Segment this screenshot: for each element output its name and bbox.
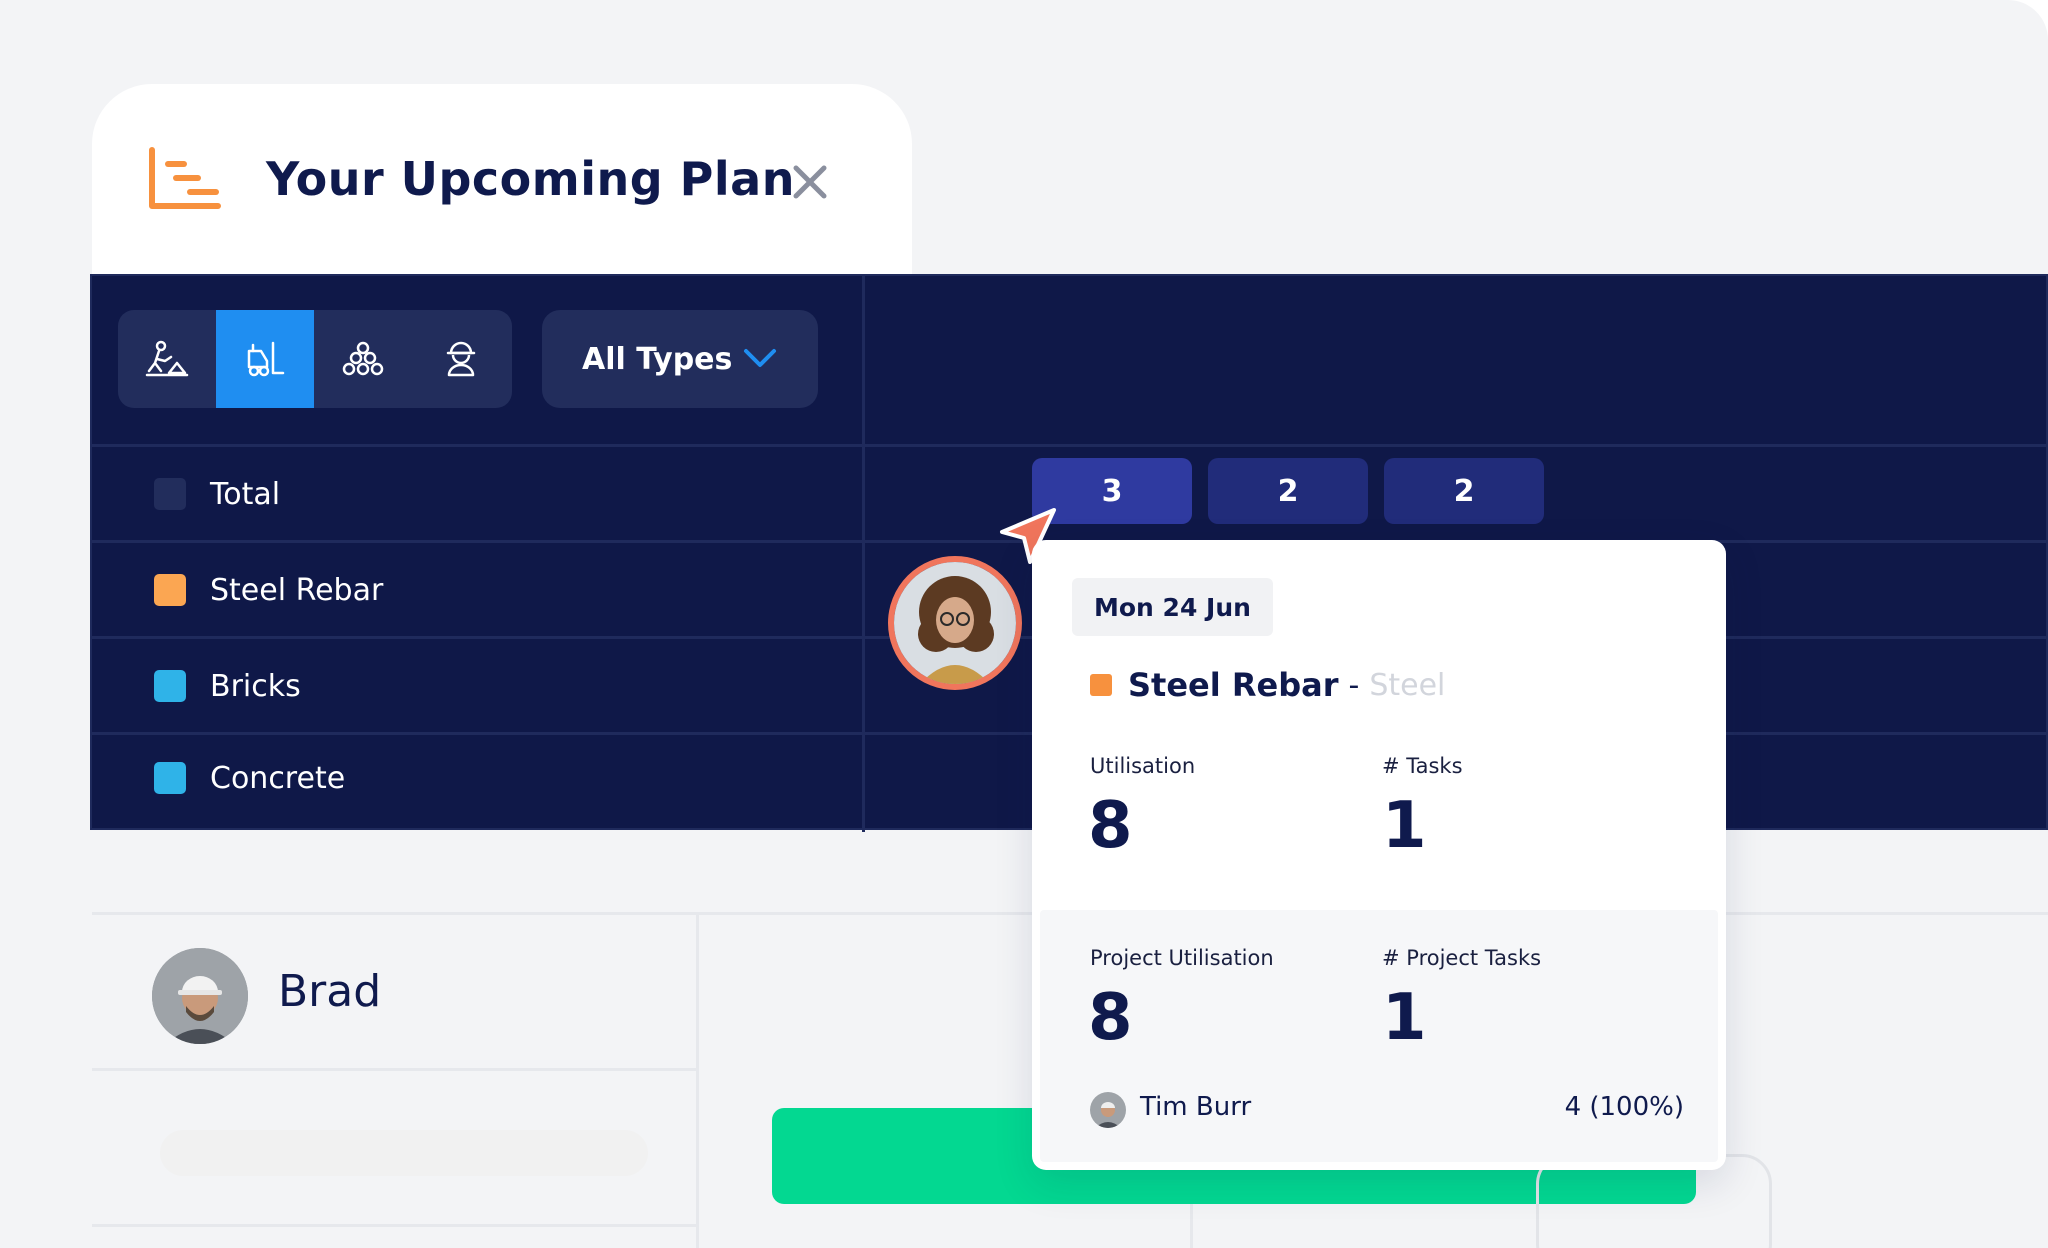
gantt-plan-icon <box>149 147 221 209</box>
total-count-cell[interactable]: 2 <box>1208 458 1368 524</box>
project-tasks-value: 1 <box>1382 981 1427 1055</box>
mode-labour-button[interactable] <box>118 310 216 408</box>
column-divider <box>862 276 865 832</box>
concrete-swatch <box>154 762 186 794</box>
bricks-swatch <box>154 670 186 702</box>
hover-user-avatar <box>888 556 1022 690</box>
row-label: Total <box>210 476 281 512</box>
loading-placeholder <box>160 1130 648 1176</box>
divider <box>92 1068 696 1071</box>
row-label: Concrete <box>210 760 346 796</box>
person-avatar-image <box>1090 1092 1126 1128</box>
mode-people-button[interactable] <box>412 310 510 408</box>
materials-stack-icon <box>342 341 384 376</box>
resource-mode-toggle <box>118 310 512 408</box>
worker-avatar-image <box>152 948 248 1044</box>
total-swatch <box>154 478 186 510</box>
resource-color-swatch <box>1090 674 1112 696</box>
avatar <box>1090 1092 1126 1128</box>
steel-rebar-swatch <box>154 574 186 606</box>
tasks-label: # Tasks <box>1382 754 1463 778</box>
total-count-cell[interactable]: 2 <box>1384 458 1544 524</box>
user-avatar-image <box>894 562 1016 684</box>
tooltip-resource: Steel Rebar - Steel <box>1090 666 1445 704</box>
row-steel-rebar[interactable]: Steel Rebar <box>154 570 383 610</box>
resource-category: Steel <box>1369 667 1446 703</box>
row-bricks[interactable]: Bricks <box>154 666 301 706</box>
close-icon[interactable] <box>788 160 832 204</box>
project-utilisation-label: Project Utilisation <box>1090 946 1274 970</box>
row-label: Steel Rebar <box>210 572 384 608</box>
resource-name: Steel Rebar <box>1128 666 1339 704</box>
row-divider <box>92 444 2048 447</box>
row-total[interactable]: Total <box>154 474 280 514</box>
assignee-name: Tim Burr <box>1140 1092 1252 1122</box>
divider <box>696 914 699 1248</box>
utilisation-value: 8 <box>1088 789 1133 863</box>
tasks-value: 1 <box>1382 789 1427 863</box>
person-name: Brad <box>278 966 382 1017</box>
type-filter-dropdown[interactable]: All Types <box>542 310 818 408</box>
project-tasks-label: # Project Tasks <box>1382 946 1542 970</box>
assignee-allocation: 4 (100%) <box>1564 1092 1684 1122</box>
utilisation-label: Utilisation <box>1090 754 1196 778</box>
type-filter-label: All Types <box>582 341 733 377</box>
row-concrete[interactable]: Concrete <box>154 758 345 798</box>
day-detail-tooltip: Mon 24 Jun Steel Rebar - Steel Utilisati… <box>1032 540 1726 1170</box>
row-label: Bricks <box>210 668 301 704</box>
worker-digging-icon <box>145 340 189 377</box>
mode-equipment-button[interactable] <box>216 310 314 408</box>
divider <box>92 1224 696 1227</box>
tooltip-date: Mon 24 Jun <box>1072 578 1273 636</box>
hardhat-worker-icon <box>446 341 476 377</box>
resource-separator: - <box>1348 667 1360 703</box>
project-utilisation-value: 8 <box>1088 981 1133 1055</box>
chevron-down-icon <box>744 349 776 367</box>
page-title: Your Upcoming Plan <box>266 152 795 206</box>
avatar <box>152 948 248 1044</box>
mode-materials-button[interactable] <box>314 310 412 408</box>
divider <box>1190 1200 1193 1248</box>
forklift-icon <box>247 341 285 377</box>
